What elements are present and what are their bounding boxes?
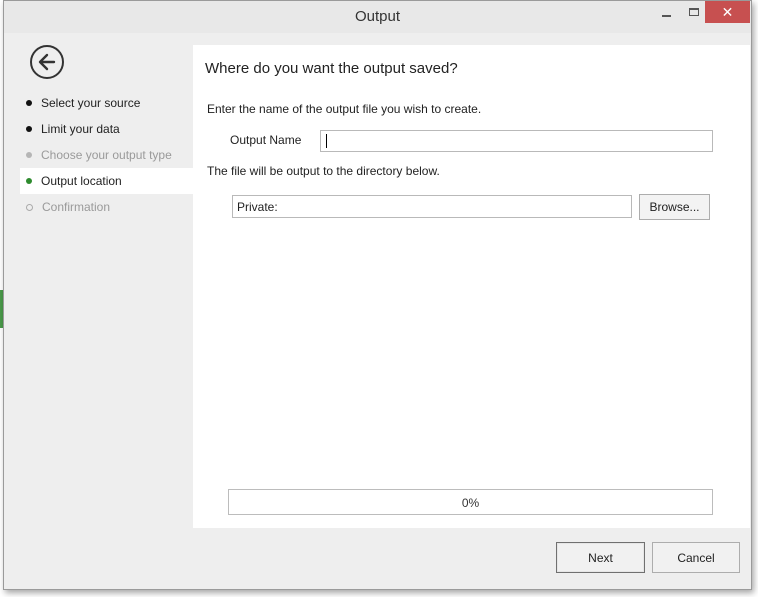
step-label: Confirmation bbox=[42, 200, 111, 214]
step-limit-data[interactable]: Limit your data bbox=[20, 116, 193, 142]
minimize-button[interactable] bbox=[652, 1, 680, 23]
back-button[interactable] bbox=[30, 45, 64, 79]
window-title: Output bbox=[354, 8, 401, 25]
browse-button[interactable]: Browse... bbox=[639, 194, 710, 220]
step-confirmation: Confirmation bbox=[20, 194, 193, 220]
page-title: Where do you want the output saved? bbox=[205, 60, 458, 77]
maximize-button[interactable] bbox=[680, 1, 708, 23]
step-pending-bullet-icon bbox=[26, 203, 33, 211]
title-bar[interactable]: Output ✕ bbox=[4, 1, 751, 33]
step-active-bullet-icon bbox=[26, 178, 32, 184]
step-label: Output location bbox=[41, 174, 122, 188]
wizard-sidebar: Select your source Limit your data Choos… bbox=[8, 33, 193, 528]
step-label: Select your source bbox=[41, 96, 141, 110]
progress-bar: 0% bbox=[228, 489, 713, 515]
close-icon: ✕ bbox=[721, 3, 734, 20]
output-name-label: Output Name bbox=[230, 133, 302, 147]
minimize-icon bbox=[661, 15, 671, 17]
wizard-steps: Select your source Limit your data Choos… bbox=[20, 90, 193, 220]
back-arrow-icon bbox=[38, 53, 56, 71]
step-choose-output-type: Choose your output type bbox=[20, 142, 193, 168]
maximize-icon bbox=[689, 8, 699, 16]
cancel-button[interactable]: Cancel bbox=[652, 542, 740, 573]
progress-text: 0% bbox=[461, 496, 480, 510]
directory-input[interactable] bbox=[232, 195, 632, 218]
step-label: Choose your output type bbox=[41, 148, 172, 162]
next-button[interactable]: Next bbox=[556, 542, 645, 573]
text-caret bbox=[326, 134, 327, 148]
wizard-content: Where do you want the output saved? Ente… bbox=[193, 45, 750, 528]
step-select-source[interactable]: Select your source bbox=[20, 90, 193, 116]
output-dialog: Output ✕ Select your source Limit your d… bbox=[3, 0, 752, 590]
step-bullet-icon bbox=[26, 100, 32, 106]
step-bullet-icon bbox=[26, 152, 32, 158]
close-button[interactable]: ✕ bbox=[705, 1, 750, 23]
step-bullet-icon bbox=[26, 126, 32, 132]
step-output-location[interactable]: Output location bbox=[20, 168, 193, 194]
step-label: Limit your data bbox=[41, 122, 120, 136]
output-name-input[interactable] bbox=[320, 130, 713, 152]
directory-instruction: The file will be output to the directory… bbox=[207, 164, 440, 178]
output-name-instruction: Enter the name of the output file you wi… bbox=[207, 102, 482, 116]
